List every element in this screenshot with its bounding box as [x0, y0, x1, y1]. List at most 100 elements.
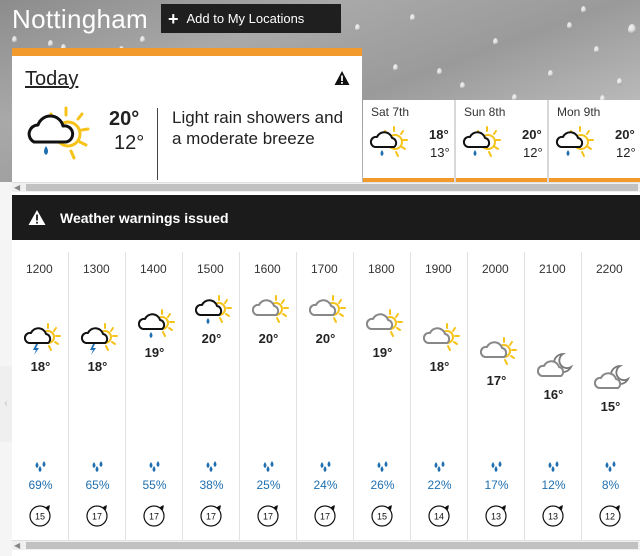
hour-column[interactable]: 1300 18° 65% 17	[69, 252, 126, 540]
wind-speed: 13	[548, 512, 558, 522]
hour-temp: 20°	[201, 331, 222, 346]
weather-warnings-bar[interactable]: Weather warnings issued	[12, 195, 640, 240]
hour-temp: 17°	[486, 373, 507, 388]
light-rain-showers-icon	[138, 309, 175, 338]
hour-column[interactable]: 1800 19° 26% 15	[354, 252, 411, 540]
hourly-scroll-left-button[interactable]: ‹	[0, 366, 12, 442]
day-high-temp: 20°	[522, 127, 542, 142]
hour-column[interactable]: 1500 20° 38% 17	[183, 252, 240, 540]
day-name: Sat 7th	[371, 105, 410, 119]
thundery-showers-icon	[24, 323, 61, 355]
rain-chance: 12%	[541, 478, 566, 492]
rain-chance: 55%	[142, 478, 167, 492]
wind-direction-icon: 17	[86, 505, 108, 527]
hour-column[interactable]: 1700 20° 24% 17	[297, 252, 354, 540]
raindrops-icon	[525, 460, 582, 478]
rain-chance: 24%	[313, 478, 338, 492]
light-rain-showers-icon	[462, 126, 501, 157]
scroll-left-arrow-icon[interactable]: ◀	[14, 183, 20, 193]
scrollbar-thumb[interactable]	[26, 542, 638, 549]
raindrops-icon	[240, 460, 297, 478]
hour-time: 1200	[26, 262, 53, 276]
light-rain-showers-icon	[27, 106, 90, 160]
location-name: Nottingham	[12, 4, 148, 34]
day-low-temp: 12°	[523, 145, 543, 160]
today-low-temp: 12°	[114, 132, 145, 154]
day-card-sat[interactable]: Sat 7th 18° 13°	[363, 100, 454, 182]
rain-chance: 65%	[85, 478, 110, 492]
wind-speed: 17	[320, 512, 330, 522]
plus-icon: +	[168, 8, 179, 29]
sunny-intervals-icon	[366, 309, 403, 337]
hour-temp: 19°	[144, 345, 165, 360]
sunny-intervals-icon	[480, 337, 517, 365]
day-name: Mon 9th	[557, 105, 601, 119]
weather-warnings-label: Weather warnings issued	[60, 209, 229, 226]
today-forecast-panel[interactable]: Today 20° 12° Light rain showers and a m…	[12, 48, 362, 182]
wind-speed: 17	[149, 512, 159, 522]
day-card-sun[interactable]: Sun 8th 20° 12°	[456, 100, 547, 182]
hour-time: 1900	[425, 262, 452, 276]
hour-time: 1700	[311, 262, 338, 276]
wind-speed: 15	[377, 512, 387, 522]
wind-direction-icon: 15	[29, 505, 51, 527]
hour-column[interactable]: 1600 20° 25% 17	[240, 252, 297, 540]
days-scrollbar[interactable]: ◀	[12, 182, 640, 192]
wind-direction-icon: 15	[371, 505, 393, 527]
sunny-intervals-icon	[252, 295, 289, 323]
hour-column[interactable]: 2200 15° 8% 12	[582, 252, 639, 540]
hourly-scrollbar[interactable]: ◀	[12, 540, 640, 550]
raindrops-icon	[12, 460, 69, 478]
wind-speed: 17	[92, 512, 102, 522]
day-low-temp: 12°	[616, 145, 636, 160]
hour-time: 1800	[368, 262, 395, 276]
hour-column[interactable]: 1900 18° 22% 14	[411, 252, 468, 540]
today-label[interactable]: Today	[25, 68, 78, 91]
hour-time: 1300	[83, 262, 110, 276]
today-description: Light rain showers and a moderate breeze	[172, 108, 344, 148]
day-card-mon[interactable]: Mon 9th 20° 12°	[549, 100, 640, 182]
sunny-intervals-icon	[309, 295, 346, 323]
hour-column[interactable]: 1200 18° 69% 15	[12, 252, 69, 540]
light-rain-showers-icon	[195, 295, 232, 324]
scrollbar-thumb[interactable]	[26, 184, 638, 191]
hour-time: 1500	[197, 262, 224, 276]
rain-chance: 8%	[601, 478, 620, 492]
wind-direction-icon: 17	[257, 505, 279, 527]
day-high-temp: 18°	[429, 127, 449, 142]
hour-temp: 15°	[600, 399, 621, 414]
light-rain-showers-icon	[369, 126, 408, 157]
raindrops-icon	[354, 460, 411, 478]
wind-speed: 14	[434, 512, 444, 522]
hour-temp: 18°	[429, 359, 450, 374]
add-to-my-locations-button[interactable]: + Add to My Locations	[161, 4, 341, 33]
scroll-left-arrow-icon[interactable]: ◀	[14, 541, 20, 551]
rain-chance: 69%	[28, 478, 53, 492]
rain-chance: 25%	[256, 478, 281, 492]
hour-column[interactable]: 2100 16° 12% 13	[525, 252, 582, 540]
hour-temp: 18°	[30, 359, 51, 374]
hour-temp: 16°	[543, 387, 564, 402]
raindrops-icon	[126, 460, 183, 478]
wind-direction-icon: 17	[200, 505, 222, 527]
hour-time: 1600	[254, 262, 281, 276]
wind-speed: 17	[206, 512, 216, 522]
warning-triangle-icon	[334, 71, 350, 85]
rain-chance: 22%	[427, 478, 452, 492]
raindrops-icon	[69, 460, 126, 478]
hour-temp: 20°	[315, 331, 336, 346]
hour-temp: 20°	[258, 331, 279, 346]
wind-direction-icon: 13	[542, 505, 564, 527]
day-low-temp: 13°	[430, 145, 450, 160]
sunny-intervals-icon	[423, 323, 460, 351]
day-high-temp: 20°	[615, 127, 635, 142]
hour-column[interactable]: 1400 19° 55% 17	[126, 252, 183, 540]
wind-speed: 13	[491, 512, 501, 522]
divider	[157, 108, 158, 180]
wind-direction-icon: 13	[485, 505, 507, 527]
hour-temp: 19°	[372, 345, 393, 360]
rain-chance: 38%	[199, 478, 224, 492]
hour-column[interactable]: 2000 17° 17% 13	[468, 252, 525, 540]
hour-time: 1400	[140, 262, 167, 276]
warning-triangle-icon	[28, 210, 46, 225]
